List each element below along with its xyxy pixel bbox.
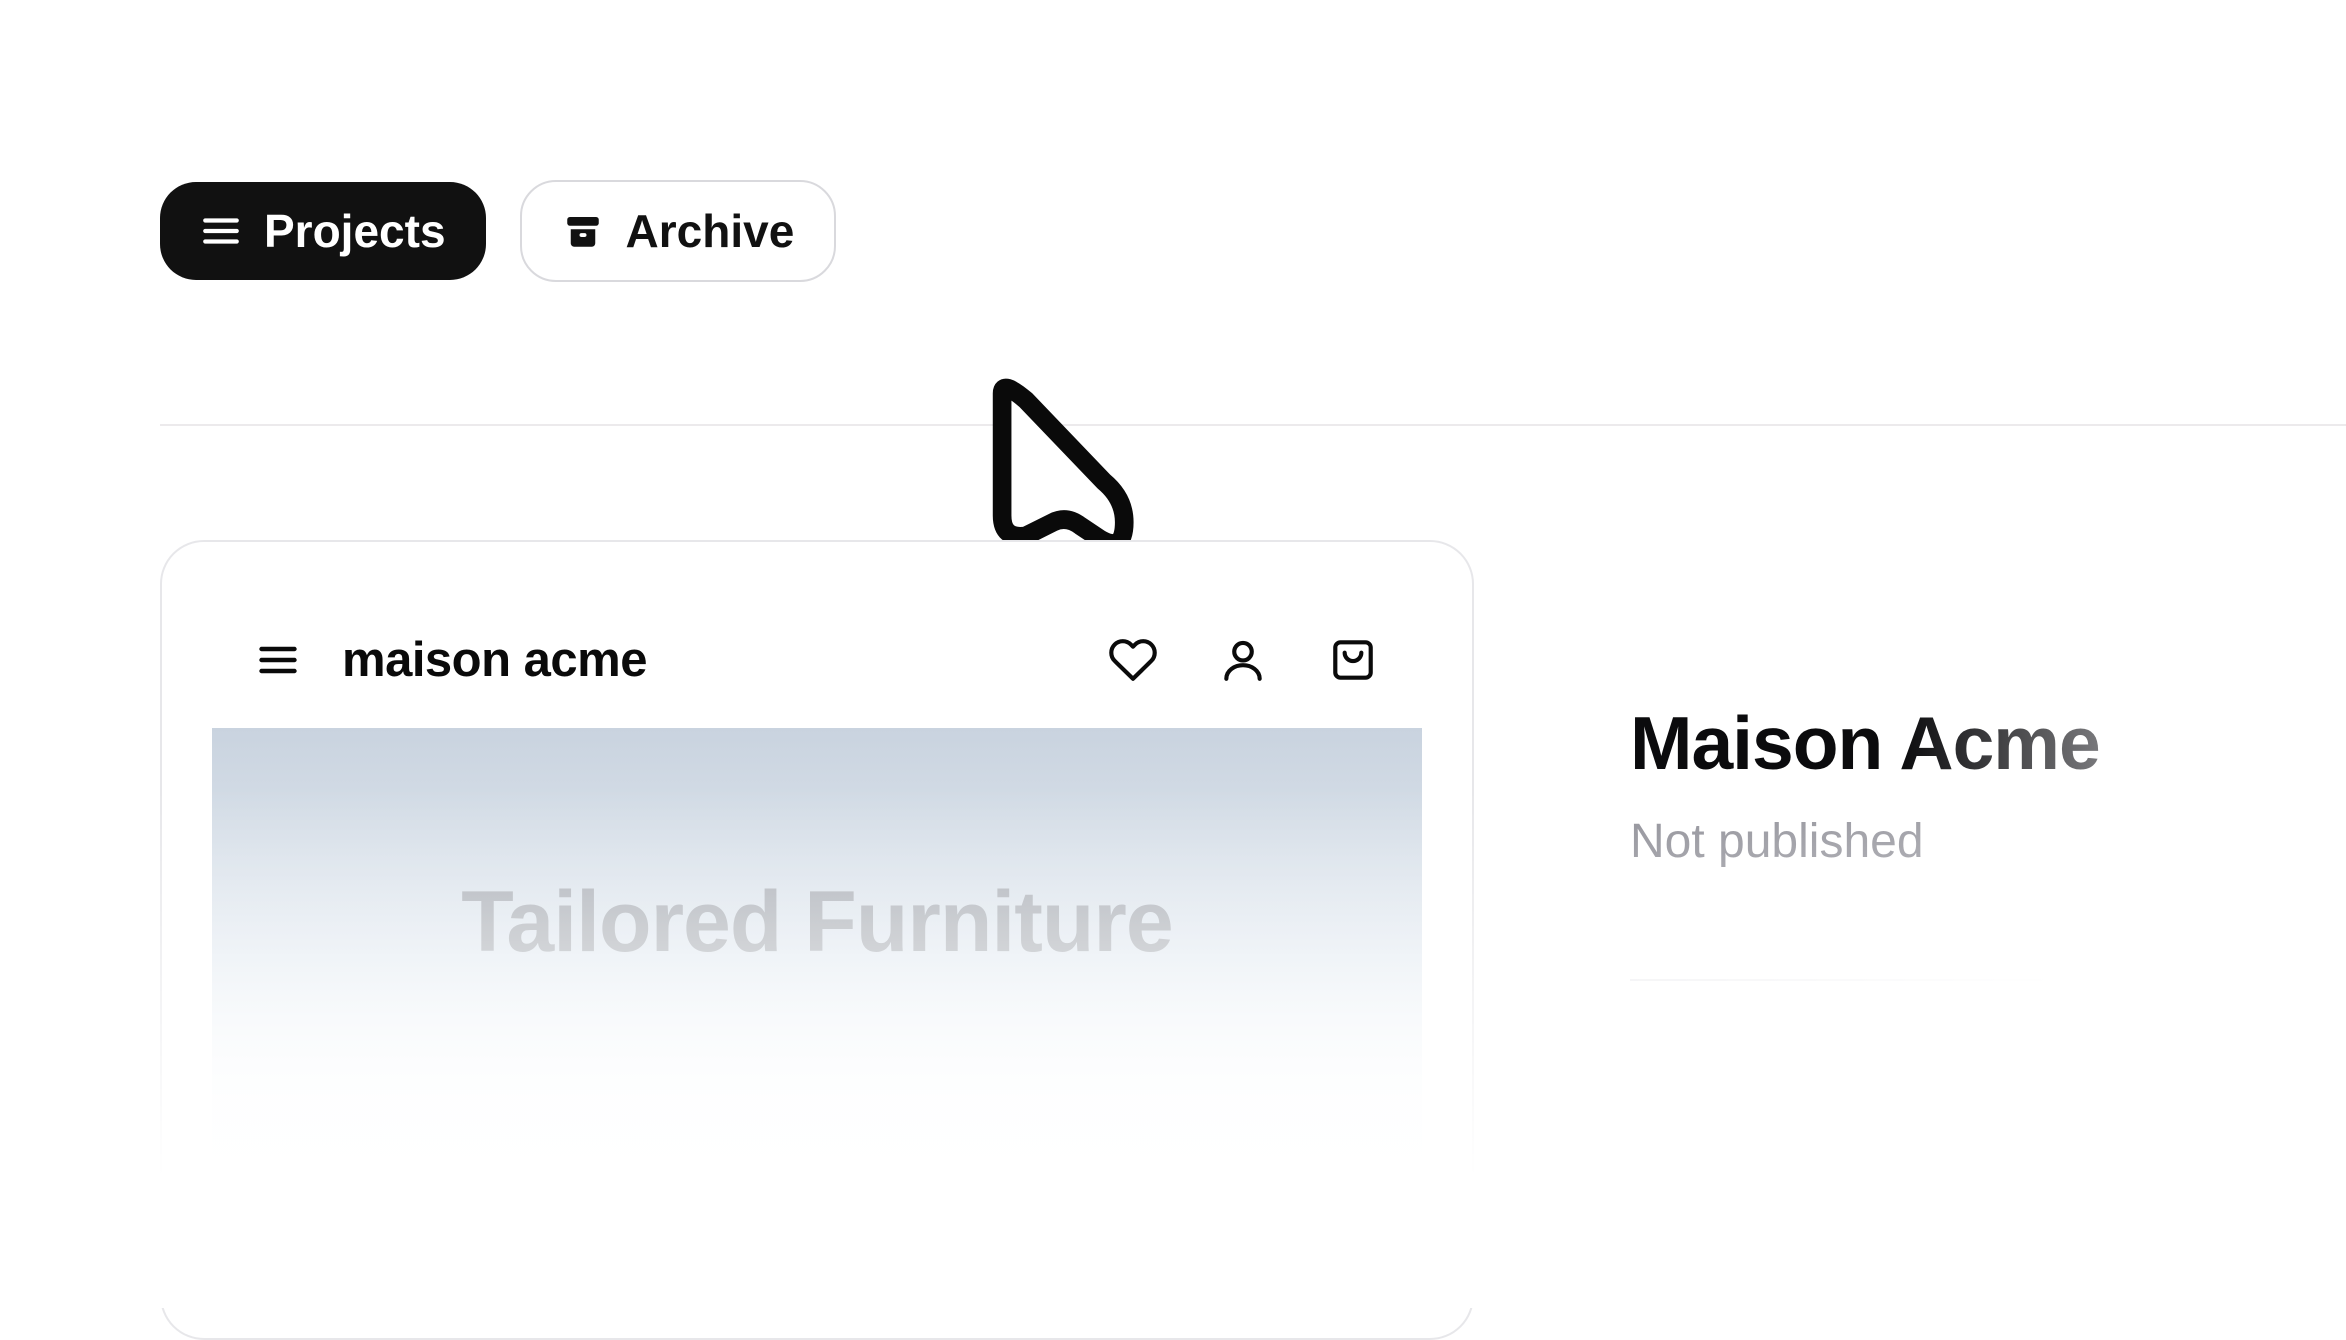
menu-icon (200, 210, 242, 252)
heart-icon[interactable] (1108, 635, 1158, 685)
cursor-icon (968, 373, 1138, 563)
user-icon[interactable] (1218, 635, 1268, 685)
preview-hero: Tailored Furniture (212, 728, 1422, 1288)
preview-header: maison acme (212, 592, 1422, 728)
project-info: Maison Acme Not published (1630, 700, 2346, 981)
preview-hero-text: Tailored Furniture (461, 873, 1172, 972)
info-divider (1630, 979, 2050, 981)
project-preview: maison acme (212, 592, 1422, 1288)
shopping-bag-icon[interactable] (1328, 635, 1378, 685)
tab-projects[interactable]: Projects (160, 182, 486, 280)
tab-projects-label: Projects (264, 208, 446, 254)
tab-archive[interactable]: Archive (520, 180, 837, 282)
archive-icon (562, 210, 604, 252)
tab-archive-label: Archive (626, 208, 795, 254)
tabs-divider (160, 424, 2346, 426)
preview-brand: maison acme (342, 632, 647, 688)
project-title: Maison Acme (1630, 700, 2346, 786)
tabs-row: Projects Archive (160, 180, 836, 282)
project-status: Not published (1630, 814, 2346, 869)
menu-icon[interactable] (256, 638, 300, 682)
project-card[interactable]: maison acme (160, 540, 1474, 1340)
